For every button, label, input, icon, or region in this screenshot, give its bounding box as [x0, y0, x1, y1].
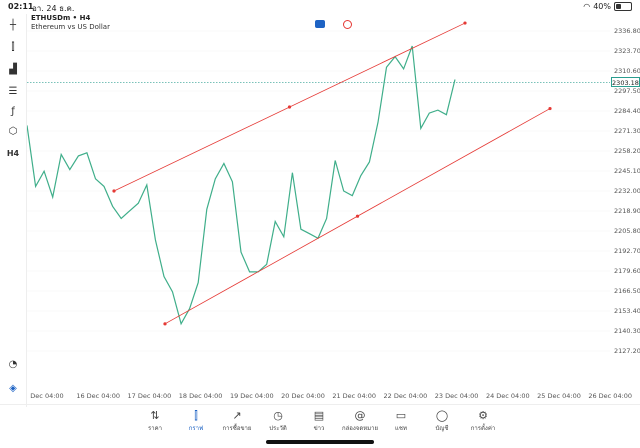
time-tick-label: 20 Dec 04:00: [281, 392, 325, 400]
candles-icon[interactable]: ⫿: [6, 40, 20, 54]
price-tick-label: 2205.80: [614, 227, 640, 235]
battery-fill: [616, 4, 622, 9]
chat-icon: ▭: [395, 409, 407, 422]
price-tick-label: 2284.40: [614, 107, 640, 115]
timeframe-button[interactable]: H4: [6, 146, 20, 160]
gauge-icon[interactable]: ◔: [6, 357, 20, 371]
account-icon: ◯: [435, 409, 449, 422]
price-tick-label: 2297.50: [614, 87, 640, 95]
bars-icon[interactable]: ▟: [6, 62, 20, 76]
battery-percent: 40%: [593, 2, 611, 11]
time-tick-label: 18 Dec 04:00: [178, 392, 223, 400]
price-tick-label: 2153.40: [614, 307, 640, 315]
nav-chart[interactable]: ⫿ กราฟ: [176, 409, 216, 433]
time-tick-label: 22 Dec 04:00: [383, 392, 428, 400]
objects-icon[interactable]: ⬡: [6, 124, 20, 138]
nav-label: กราฟ: [188, 425, 204, 432]
time-tick-label: 26 Dec 04:00: [588, 392, 633, 400]
channel-anchor-point: [112, 189, 116, 193]
chart-icon: ⫿: [194, 409, 198, 422]
channel-anchor-point: [548, 106, 552, 111]
time-tick-label: Dec 04:00: [30, 392, 64, 400]
price-tick-label: 2271.30: [614, 127, 640, 135]
nav-label: กล่องจดหมาย: [341, 425, 379, 432]
time-tick-label: 25 Dec 04:00: [537, 392, 581, 400]
nav-trade[interactable]: ↗ การซื้อขาย: [217, 409, 257, 433]
current-price-tag: 2303.18: [611, 77, 640, 88]
indicators-icon[interactable]: ☰: [6, 84, 20, 98]
price-axis: 2336.80 2323.70 2310.60 2297.50 2284.40 2271.…: [610, 14, 640, 402]
crosshair-icon[interactable]: ┼: [6, 18, 20, 32]
mailbox-icon: @: [354, 409, 366, 422]
price-tick-label: 2323.70: [614, 47, 640, 55]
price-chart[interactable]: [27, 14, 610, 402]
function-icon[interactable]: ƒ: [6, 104, 20, 118]
nav-settings[interactable]: ⚙ การตั้งค่า: [463, 409, 503, 433]
time-tick-label: 23 Dec 04:00: [434, 392, 479, 400]
wifi-icon: ◠: [583, 2, 591, 11]
time-tick-label: 16 Dec 04:00: [76, 392, 121, 400]
news-icon: ▤: [313, 409, 325, 422]
nav-label: ข่าว: [313, 425, 325, 432]
price-tick-label: 2218.90: [614, 207, 640, 215]
channel-anchor-point: [287, 105, 292, 109]
status-bar: 02:11 อา. 24 ธ.ค. ◠ 40%: [0, 0, 640, 14]
price-tick-label: 2310.60: [614, 67, 640, 75]
nav-account[interactable]: ◯ บัญชี: [422, 409, 462, 433]
nav-label: ราคา: [148, 425, 162, 432]
price-tick-label: 2179.60: [614, 267, 640, 275]
nav-history[interactable]: ◷ ประวัติ: [258, 409, 298, 433]
left-toolbar: ┼ ⫿ ▟ ☰ ƒ ⬡ H4 ◔ ◈: [0, 14, 27, 407]
nav-label: แชท: [395, 425, 407, 432]
time-tick-label: 21 Dec 04:00: [332, 392, 377, 400]
home-indicator[interactable]: [266, 440, 374, 444]
price-tick-label: 2127.20: [614, 347, 640, 355]
channel-anchor-point: [463, 21, 467, 25]
status-time: 02:11: [8, 2, 34, 11]
quotes-icon: ⇅: [150, 409, 160, 422]
channel-anchor-point: [163, 322, 167, 326]
nav-mailbox[interactable]: @ กล่องจดหมาย: [340, 409, 380, 433]
nav-label: การตั้งค่า: [470, 425, 496, 432]
nav-label: การซื้อขาย: [222, 425, 252, 432]
price-tick-label: 2232.00: [614, 187, 640, 195]
price-tick-label: 2245.10: [614, 167, 640, 175]
time-tick-label: 17 Dec 04:00: [127, 392, 172, 400]
nav-quotes[interactable]: ⇅ ราคา: [135, 409, 175, 433]
time-tick-label: 24 Dec 04:00: [485, 392, 530, 400]
nav-chat[interactable]: ▭ แชท: [381, 409, 421, 433]
price-series-line: [27, 45, 456, 326]
settings-icon: ⚙: [478, 409, 488, 422]
price-tick-label: 2258.20: [614, 147, 640, 155]
nav-news[interactable]: ▤ ข่าว: [299, 409, 339, 433]
price-tick-label: 2166.50: [614, 287, 640, 295]
time-tick-label: 19 Dec 04:00: [229, 392, 274, 400]
price-tick-label: 2192.70: [614, 247, 640, 255]
nav-label: บัญชี: [435, 425, 449, 432]
battery-icon: [614, 2, 632, 11]
price-tick-label: 2140.30: [614, 327, 640, 335]
price-tick-label: 2336.80: [614, 27, 640, 35]
channel-anchor-point: [355, 214, 360, 218]
status-right: ◠ 40%: [583, 2, 632, 11]
time-axis: Dec 04:00 16 Dec 04:00 17 Dec 04:00 18 Dec …: [27, 392, 632, 404]
trade-icon: ↗: [232, 409, 242, 422]
history-icon: ◷: [273, 409, 283, 422]
nav-label: ประวัติ: [269, 425, 287, 432]
logo-icon[interactable]: ◈: [6, 381, 20, 395]
